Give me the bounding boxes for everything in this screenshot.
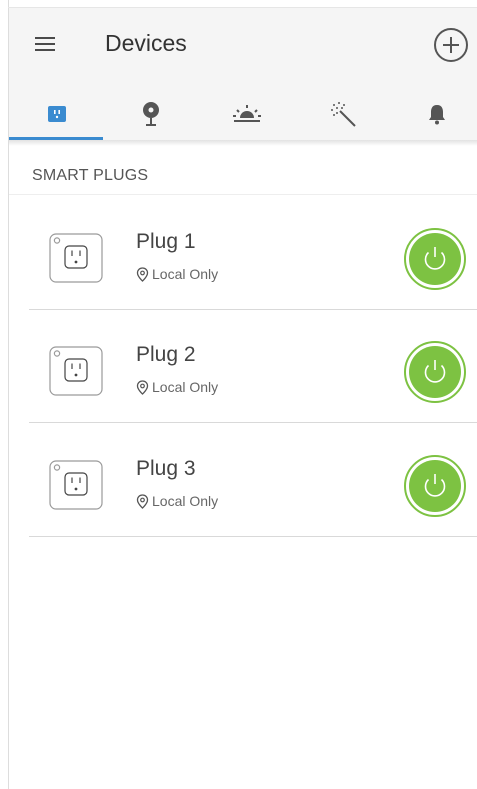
smart-plug-icon bbox=[48, 106, 66, 122]
section-header: SMART PLUGS bbox=[32, 167, 149, 184]
tab-smart-plugs[interactable] bbox=[15, 88, 99, 140]
row-divider bbox=[29, 422, 477, 423]
smart-plug-outline-icon bbox=[49, 346, 103, 396]
magic-wand-icon bbox=[331, 102, 356, 127]
device-status: Local Only bbox=[136, 379, 218, 395]
power-toggle-button[interactable] bbox=[404, 341, 466, 403]
header-shadow bbox=[9, 140, 477, 146]
location-pin-icon bbox=[136, 266, 149, 282]
location-pin-icon bbox=[136, 493, 149, 509]
tab-notifications[interactable] bbox=[395, 88, 477, 140]
location-pin-icon bbox=[136, 379, 149, 395]
device-row[interactable]: Plug 3 Local Only bbox=[9, 424, 477, 537]
smart-plug-outline-icon bbox=[49, 233, 103, 283]
power-toggle-button[interactable] bbox=[404, 455, 466, 517]
smart-plug-outline-icon bbox=[49, 460, 103, 510]
tab-automations[interactable] bbox=[301, 88, 385, 140]
device-status-text: Local Only bbox=[152, 379, 219, 395]
device-status: Local Only bbox=[136, 266, 218, 282]
device-status-text: Local Only bbox=[152, 493, 219, 509]
device-status: Local Only bbox=[136, 493, 218, 509]
tab-scenes[interactable] bbox=[205, 88, 289, 140]
add-device-button[interactable] bbox=[433, 27, 469, 63]
device-name: Plug 1 bbox=[136, 230, 196, 253]
bell-icon bbox=[429, 105, 445, 125]
device-row[interactable]: Plug 1 Local Only bbox=[9, 197, 477, 310]
row-divider bbox=[29, 536, 477, 537]
plus-circle-icon bbox=[434, 28, 468, 62]
power-toggle-button[interactable] bbox=[404, 228, 466, 290]
page-title: Devices bbox=[105, 30, 187, 56]
device-row[interactable]: Plug 2 Local Only bbox=[9, 310, 477, 423]
device-name: Plug 3 bbox=[136, 457, 196, 480]
sunrise-icon bbox=[233, 105, 261, 122]
device-status-text: Local Only bbox=[152, 266, 219, 282]
hamburger-menu-icon[interactable] bbox=[33, 32, 57, 56]
camera-icon bbox=[143, 102, 159, 126]
category-tabs bbox=[9, 88, 477, 140]
divider bbox=[9, 194, 477, 195]
app-header: Devices bbox=[9, 8, 477, 140]
tab-cameras[interactable] bbox=[109, 88, 193, 140]
device-name: Plug 2 bbox=[136, 343, 196, 366]
